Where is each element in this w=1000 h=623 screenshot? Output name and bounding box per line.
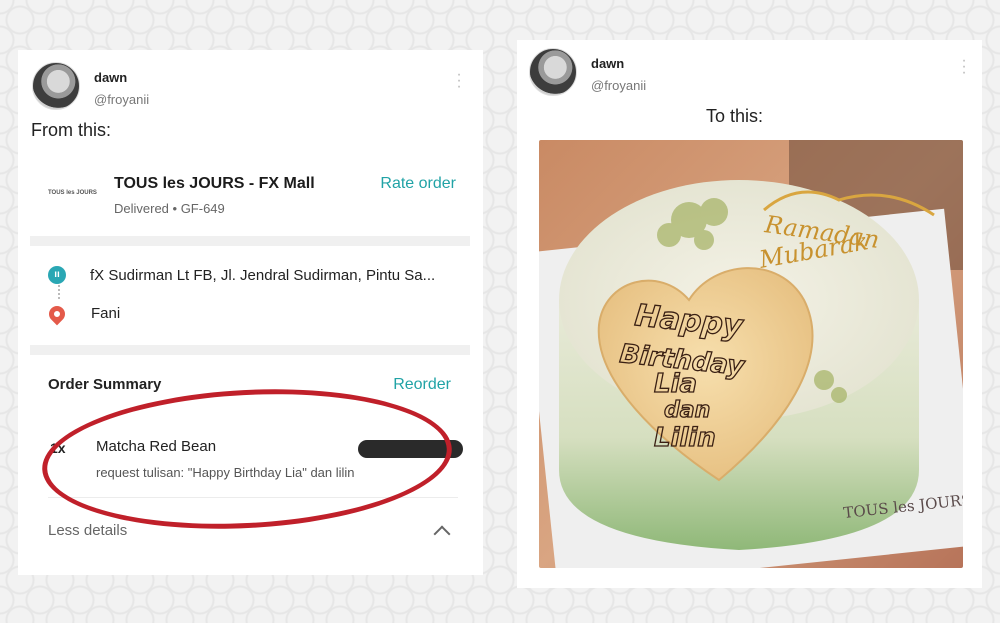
chevron-up-icon[interactable]: [433, 525, 451, 543]
display-name[interactable]: dawn: [94, 70, 149, 85]
pickup-row: ıı fX Sudirman Lt FB, Jl. Jendral Sudirm…: [48, 266, 435, 284]
restaurant-pin-icon: ıı: [48, 266, 66, 284]
tweet-header: dawn @froyanii: [32, 62, 149, 110]
pickup-address: fX Sudirman Lt FB, Jl. Jendral Sudirman,…: [90, 266, 436, 284]
cookie-line-4: dan: [664, 398, 710, 423]
more-options-icon[interactable]: · · ·: [961, 53, 967, 81]
avatar[interactable]: [529, 48, 577, 96]
tweet-header: dawn @froyanii: [529, 48, 646, 96]
location-pin-icon: [45, 302, 69, 325]
less-details-button[interactable]: Less details: [48, 522, 127, 539]
cake-photo-illustration: Ramadan Mubarak Happy Birthday Lia dan L…: [539, 140, 963, 568]
cookie-line-3: Lia: [654, 369, 697, 399]
handle[interactable]: @froyanii: [94, 92, 149, 107]
red-annotation-circle: [38, 379, 456, 539]
tweet-caption: From this:: [31, 120, 112, 140]
left-tweet-card: dawn @froyanii · · · From this: TOUS les J…: [18, 50, 483, 575]
dropoff-name: Fani: [91, 305, 121, 322]
reorder-button[interactable]: Reorder: [393, 376, 451, 394]
order-status: Delivered • GF-649: [114, 201, 225, 216]
display-name[interactable]: dawn: [591, 56, 646, 71]
section-divider: [30, 236, 470, 246]
rate-order-button[interactable]: Rate order: [380, 175, 456, 193]
store-logo: TOUS les JOURS: [48, 190, 97, 196]
more-options-icon[interactable]: · · ·: [456, 67, 462, 95]
dropoff-row: Fani: [45, 302, 121, 325]
store-name: TOUS les JOURS - FX Mall: [114, 175, 315, 192]
order-summary-title: Order Summary: [48, 376, 162, 393]
cake-photo[interactable]: Ramadan Mubarak Happy Birthday Lia dan L…: [539, 140, 963, 568]
tweet-caption: To this:: [706, 106, 764, 126]
right-tweet-card: dawn @froyanii · · · To this: Ramadan Mu…: [517, 40, 982, 588]
avatar[interactable]: [32, 62, 80, 110]
store-row: TOUS les JOURS TOUS les JOURS - FX Mall …: [48, 172, 468, 218]
handle[interactable]: @froyanii: [591, 78, 646, 93]
cookie-line-5: Lilin: [654, 423, 716, 453]
section-divider: [30, 345, 470, 355]
route-dots: [58, 285, 60, 299]
